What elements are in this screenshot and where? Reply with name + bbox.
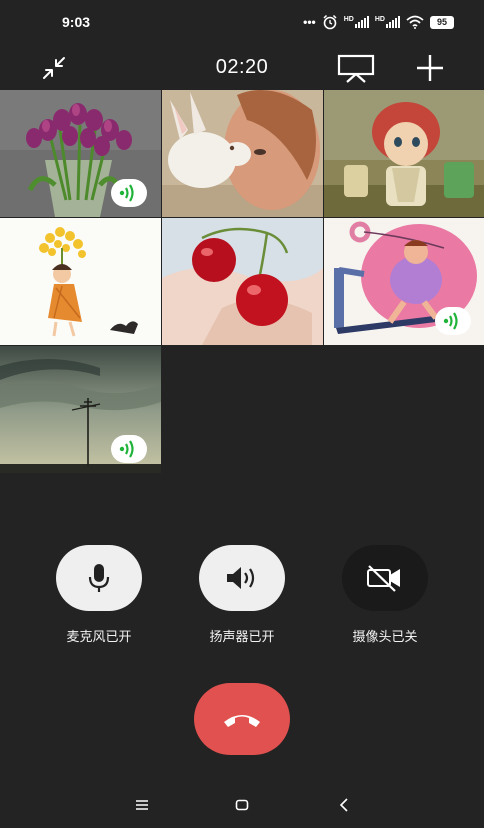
- signal-icon: HD: [344, 16, 369, 28]
- video-rabbit-girl-image: [162, 90, 323, 217]
- mic-label: 麦克风已开: [66, 629, 132, 644]
- system-nav-bar: [0, 784, 484, 828]
- speaker-label: 扬声器已开: [209, 629, 275, 644]
- back-button[interactable]: [329, 792, 359, 818]
- speaking-indicator: [111, 435, 147, 463]
- status-bar: 9:03 ••• HD HD 95: [0, 0, 484, 44]
- camera-toggle-button[interactable]: [342, 545, 428, 611]
- alarm-icon: [323, 14, 337, 30]
- participant-tile-tulips[interactable]: [0, 90, 161, 217]
- home-button[interactable]: [227, 792, 257, 818]
- participant-tile-cartoon-boy[interactable]: [324, 90, 484, 217]
- speaking-indicator: [111, 179, 147, 207]
- speaking-icon: [443, 312, 458, 330]
- notification-dots: •••: [303, 15, 316, 29]
- participant-tile-cherries[interactable]: [162, 218, 323, 345]
- speaking-indicator: [435, 307, 471, 335]
- hd-label: HD: [374, 16, 385, 23]
- camera-control: 摄像头已关: [330, 545, 440, 645]
- speaker-control: 扬声器已开: [187, 545, 297, 645]
- screen-share-button[interactable]: [336, 50, 376, 86]
- microphone-icon: [88, 564, 110, 592]
- call-controls: 麦克风已开 扬声器已开 摄像头已关: [0, 545, 484, 645]
- hd-label: HD: [343, 16, 354, 23]
- video-cartoon-boy-image: [324, 90, 484, 217]
- camera-off-icon: [367, 565, 400, 592]
- status-time: 9:03: [62, 14, 91, 30]
- status-icons: ••• HD HD 95: [303, 14, 454, 30]
- menu-button[interactable]: [127, 792, 157, 818]
- wifi-icon: [406, 15, 424, 29]
- speaker-toggle-button[interactable]: [199, 545, 285, 611]
- hang-up-button[interactable]: [194, 683, 290, 755]
- mic-toggle-button[interactable]: [56, 545, 142, 611]
- add-icon: [417, 55, 443, 81]
- video-flower-girl-image: [0, 218, 161, 345]
- video-cherries-image: [162, 218, 323, 345]
- back-icon: [339, 798, 348, 812]
- screen-share-icon: [337, 54, 375, 83]
- signal-icon: HD: [375, 16, 400, 28]
- participant-tile-rabbit-girl[interactable]: [162, 90, 323, 217]
- camera-label: 摄像头已关: [352, 629, 418, 644]
- speaking-icon: [119, 184, 134, 202]
- participant-tile-treadmill[interactable]: [324, 218, 484, 345]
- add-participant-button[interactable]: [412, 50, 448, 86]
- home-icon: [235, 799, 249, 811]
- speaker-icon: [227, 567, 255, 589]
- participant-grid: [0, 90, 484, 473]
- menu-icon: [136, 800, 148, 810]
- call-header: 02:20: [0, 44, 484, 90]
- speaking-icon: [119, 440, 134, 458]
- hang-up-icon: [224, 715, 260, 727]
- battery-icon: 95: [430, 15, 454, 29]
- participant-tile-flower-girl[interactable]: [0, 218, 161, 345]
- participant-tile-sky[interactable]: [0, 346, 161, 473]
- mic-control: 麦克风已开: [44, 545, 154, 645]
